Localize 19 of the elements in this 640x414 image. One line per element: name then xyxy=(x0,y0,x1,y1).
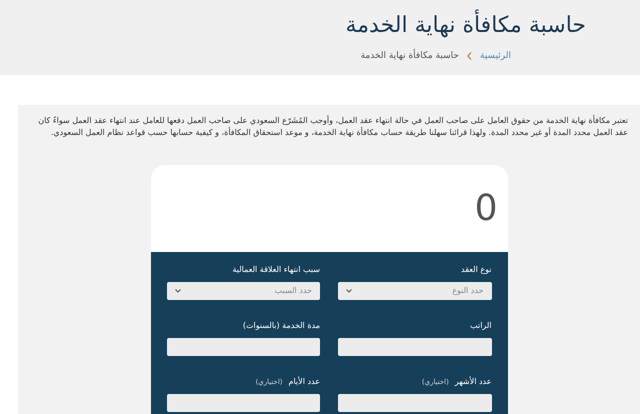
field-label: عدد الأيام xyxy=(288,376,320,388)
input-field[interactable] xyxy=(338,394,492,412)
select-field[interactable]: حدد النوع xyxy=(338,282,492,300)
field-label: الراتب xyxy=(470,320,492,332)
input-field[interactable] xyxy=(166,338,320,356)
breadcrumb-current: حاسبة مكافأة نهاية الخدمة xyxy=(360,50,459,62)
result-value: 0 xyxy=(474,186,498,230)
field-label: مدة الخدمة (بالسنوات) xyxy=(242,320,320,332)
field-label: نوع العقد xyxy=(461,264,492,276)
field-label: سبب انتهاء العلاقة العمالية xyxy=(232,264,320,276)
intro-paragraph: تعتبر مكافأة نهاية الخدمة من حقوق العامل على صاحب العمل في حالة انتهاء عقد العمل، وأوجب المُشَرّع السعودي على صاحب العمل دفعها للعامل عند انتهاء عقد العمل سواءً كان عقد العمل محدد المدة أو غير محدد المدة. ولهذا قرائنا سهلنا طريقة حساب مكافأة نهاية الخدمة، و موعد استحقاق المكافأة، و كيفية حسابها حسب قواعد نظام العمل السعودي. xyxy=(37,114,629,139)
chevron-down-icon xyxy=(346,289,352,293)
breadcrumb-link[interactable]: الرئيسية xyxy=(480,50,511,63)
chevron-down-icon xyxy=(174,289,180,293)
select-field[interactable]: حدد السبب xyxy=(166,282,320,300)
chevron-icon xyxy=(467,52,472,60)
input-field[interactable] xyxy=(338,338,492,356)
field-label: عدد الأشهر xyxy=(454,376,492,388)
input-field[interactable] xyxy=(166,394,320,412)
